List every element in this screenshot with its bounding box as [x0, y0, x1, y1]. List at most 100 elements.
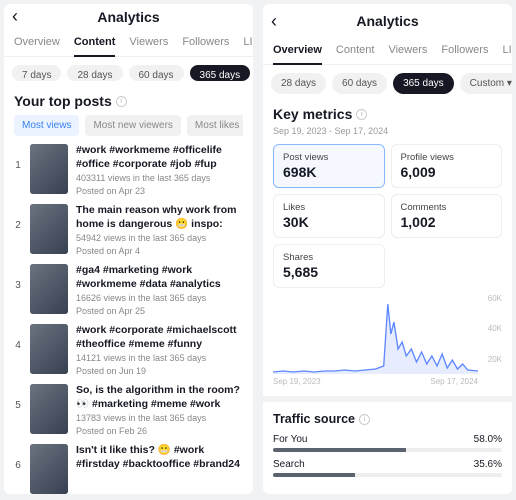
info-icon[interactable]: i [359, 414, 370, 425]
chip-365d[interactable]: 365 days [393, 73, 454, 94]
list-item[interactable]: 1 #work #workmeme #officelife #office #co… [14, 144, 243, 196]
top-posts-heading: Your top posts i [14, 93, 243, 109]
key-metrics-title: Key metrics [273, 106, 352, 122]
thumbnail [30, 444, 68, 494]
traffic-value: 35.6% [474, 459, 502, 470]
metric-profile-views[interactable]: Profile views6,009 [391, 144, 503, 188]
filter-most-likes[interactable]: Most likes [187, 115, 243, 136]
chip-28d[interactable]: 28 days [67, 65, 122, 81]
post-date: Posted on Jun 19 [76, 366, 243, 376]
chart: 60K 40K 20K Sep 19, 2023 Sep 17, 2024 [273, 294, 502, 386]
key-metrics-section: Key metrics i Sep 19, 2023 - Sep 17, 2024… [263, 104, 512, 484]
tab-followers[interactable]: Followers [182, 30, 229, 56]
traffic-value: 58.0% [474, 434, 502, 445]
tab-live[interactable]: LIVE [502, 38, 512, 64]
tab-live[interactable]: LIVE [243, 30, 253, 56]
back-icon[interactable]: ‹ [12, 6, 18, 27]
ytick: 40K [488, 324, 502, 333]
thumbnail [30, 204, 68, 254]
tab-content[interactable]: Content [74, 30, 116, 56]
axis-labels: Sep 19, 2023 Sep 17, 2024 [273, 377, 478, 386]
chip-60d[interactable]: 60 days [129, 65, 184, 81]
axis-start: Sep 19, 2023 [273, 377, 321, 386]
metric-label: Likes [283, 202, 375, 213]
list-item[interactable]: 5 So, is the algorithm in the room? 👀 #ma… [14, 384, 243, 436]
post-body: The main reason why work from home is da… [76, 204, 243, 256]
list-item[interactable]: 4 #work #corporate #michaelscott #theoffi… [14, 324, 243, 376]
traffic-heading: Traffic sourcei [273, 412, 502, 426]
rank: 1 [14, 144, 22, 171]
post-stat: 403311 views in the last 365 days [76, 173, 243, 183]
tab-viewers[interactable]: Viewers [388, 38, 427, 64]
metric-label: Profile views [401, 152, 493, 163]
list-item[interactable]: 6 Isn't it like this? 😬 #work #firstday #… [14, 444, 243, 494]
traffic-section: Traffic sourcei For You 58.0% Search 35.6% [273, 412, 502, 477]
top-posts-section: Your top posts i Most views Most new view… [4, 91, 253, 494]
metric-value: 30K [283, 214, 375, 230]
bar-fill [273, 448, 406, 452]
tab-viewers[interactable]: Viewers [129, 30, 168, 56]
rank: 4 [14, 324, 22, 351]
page-title: Analytics [97, 9, 159, 25]
post-date: Posted on Feb 26 [76, 426, 243, 436]
ytick: 20K [488, 355, 502, 364]
rank: 6 [14, 444, 22, 471]
post-stat: 16626 views in the last 365 days [76, 293, 243, 303]
post-date: Posted on Apr 25 [76, 306, 243, 316]
post-body: So, is the algorithm in the room? 👀 #mar… [76, 384, 243, 436]
metric-likes[interactable]: Likes30K [273, 194, 385, 238]
list-item[interactable]: 2 The main reason why work from home is d… [14, 204, 243, 256]
metric-value: 1,002 [401, 214, 493, 230]
metric-label: Comments [401, 202, 493, 213]
chip-7d[interactable]: 7 days [12, 65, 61, 81]
filter-most-views[interactable]: Most views [14, 115, 79, 136]
chip-60d[interactable]: 60 days [332, 73, 387, 94]
metrics-grid: Post views698K Profile views6,009 Likes3… [273, 144, 502, 288]
post-body: #ga4 #marketing #work #workmeme #data #a… [76, 264, 243, 316]
metric-label: Post views [283, 152, 375, 163]
axis-end: Sep 17, 2024 [430, 377, 478, 386]
posts-list: 1 #work #workmeme #officelife #office #co… [14, 144, 243, 494]
tab-followers[interactable]: Followers [441, 38, 488, 64]
post-body: #work #workmeme #officelife #office #cor… [76, 144, 243, 196]
metric-label: Shares [283, 252, 375, 263]
post-body: #work #corporate #michaelscott #theoffic… [76, 324, 243, 376]
metric-shares[interactable]: Shares5,685 [273, 244, 385, 288]
key-metrics-heading: Key metrics i [273, 106, 502, 122]
screen-content: ‹ Analytics Overview Content Viewers Fol… [4, 4, 253, 494]
thumbnail [30, 384, 68, 434]
traffic-label: Search [273, 459, 305, 470]
tab-content[interactable]: Content [336, 38, 375, 64]
top-posts-title: Your top posts [14, 93, 112, 109]
list-item[interactable]: 3#ga4 #marketing #work #workmeme #data #… [14, 264, 243, 316]
rank: 2 [14, 204, 22, 231]
traffic-row-foryou: For You 58.0% [273, 434, 502, 452]
chip-28d[interactable]: 28 days [271, 73, 326, 94]
header: ‹ Analytics [4, 4, 253, 30]
post-body: Isn't it like this? 😬 #work #firstday #b… [76, 444, 243, 471]
back-icon[interactable]: ‹ [271, 11, 277, 32]
tabs: Overview Content Viewers Followers LIVE [4, 30, 253, 57]
metric-comments[interactable]: Comments1,002 [391, 194, 503, 238]
metric-value: 698K [283, 164, 375, 180]
date-range: Sep 19, 2023 - Sep 17, 2024 [273, 126, 502, 136]
chip-365d[interactable]: 365 days [190, 65, 251, 81]
rank: 5 [14, 384, 22, 411]
tab-overview[interactable]: Overview [14, 30, 60, 56]
info-icon[interactable]: i [356, 109, 367, 120]
ytick: 60K [488, 294, 502, 303]
divider [263, 396, 512, 402]
metric-post-views[interactable]: Post views698K [273, 144, 385, 188]
metric-value: 5,685 [283, 264, 375, 280]
tab-overview[interactable]: Overview [273, 38, 322, 64]
tabs: Overview Content Viewers Followers LIVE [263, 38, 512, 65]
filter-most-new-viewers[interactable]: Most new viewers [85, 115, 180, 136]
post-stat: 13783 views in the last 365 days [76, 413, 243, 423]
chip-custom[interactable]: Custom ▾ [460, 73, 512, 94]
traffic-row-search: Search 35.6% [273, 459, 502, 477]
post-title: #work #corporate #michaelscott #theoffic… [76, 324, 243, 351]
traffic-label: For You [273, 434, 307, 445]
info-icon[interactable]: i [116, 96, 127, 107]
screen-overview: ‹ Analytics Overview Content Viewers Fol… [263, 4, 512, 494]
post-stat: 54942 views in the last 365 days [76, 233, 243, 243]
